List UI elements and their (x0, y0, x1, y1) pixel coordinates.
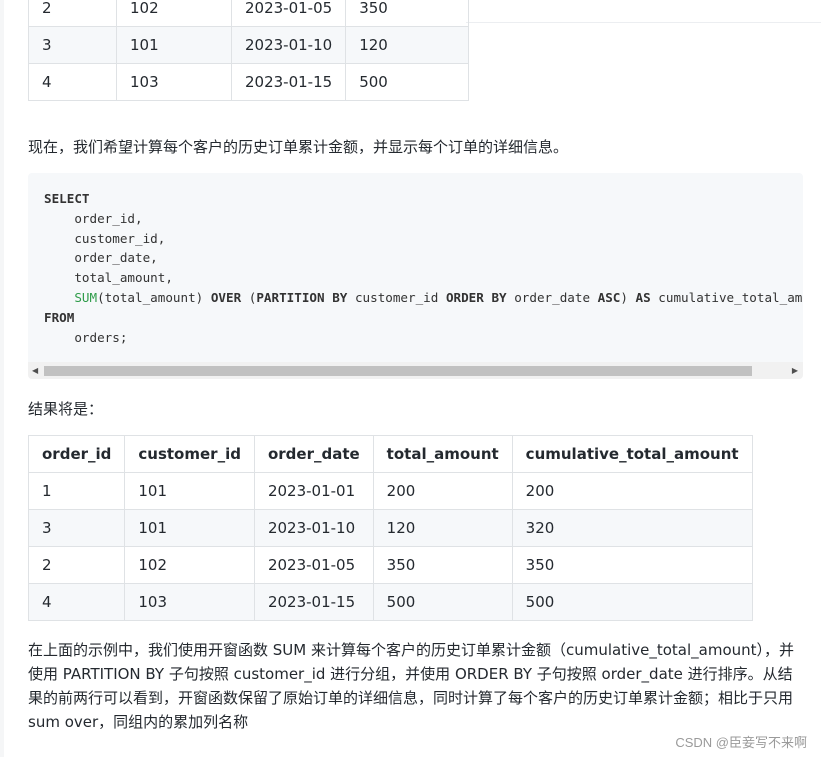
divider (466, 22, 821, 23)
table-cell: 101 (124, 509, 255, 547)
table-cell: 120 (345, 26, 470, 64)
table-cell: 2 (27, 546, 126, 584)
code-text: ( (241, 289, 257, 305)
code-line: order_id, (44, 210, 143, 226)
article-content: 2 102 2023-01-05 350 3 101 2023-01-10 12… (4, 0, 821, 757)
code-line: customer_id, (44, 230, 166, 246)
column-header: cumulative_total_amount (511, 435, 753, 473)
horizontal-scrollbar[interactable]: ◀ ▶ (28, 362, 803, 379)
column-header: order_id (27, 435, 126, 473)
table-cell: 500 (511, 583, 753, 621)
code-text: cumulative_total_amount (658, 289, 803, 305)
code-text: (total_amount) (97, 289, 211, 305)
table-row: 1 101 2023-01-01 200 200 (27, 472, 753, 510)
table-cell: 101 (124, 472, 255, 510)
table-cell: 102 (116, 0, 232, 27)
scrollbar-thumb[interactable] (44, 366, 752, 376)
table-cell: 2023-01-15 (230, 63, 347, 101)
table-cell: 101 (116, 26, 232, 64)
table-row: 2 102 2023-01-05 350 (28, 0, 470, 27)
table-cell: 3 (28, 26, 117, 64)
table-cell: 2023-01-10 (230, 26, 347, 64)
column-header: order_date (253, 435, 374, 473)
intro-paragraph: 现在，我们希望计算每个客户的历史订单累计金额，并显示每个订单的详细信息。 (28, 138, 569, 156)
code-line: orders; (44, 329, 128, 345)
explanation-paragraph: 在上面的示例中，我们使用开窗函数 SUM 来计算每个客户的历史订单累计金额（cu… (28, 641, 795, 731)
table-header-row: order_id customer_id order_date total_am… (27, 435, 753, 473)
table-cell: 103 (116, 63, 232, 101)
table-cell: 350 (511, 546, 753, 584)
table-cell: 2023-01-05 (230, 0, 347, 27)
code-line: total_amount, (44, 270, 173, 286)
table-cell: 200 (511, 472, 753, 510)
code-text: ) (620, 289, 636, 305)
table-cell: 320 (511, 509, 753, 547)
table-cell: 350 (372, 546, 513, 584)
table-cell: 200 (372, 472, 513, 510)
code-keyword: ORDER (445, 289, 484, 305)
result-label: 结果将是： (28, 400, 104, 418)
table-row: 2 102 2023-01-05 350 350 (27, 546, 753, 584)
code-block[interactable]: SELECT order_id, customer_id, order_date… (28, 173, 803, 379)
column-header: customer_id (124, 435, 255, 473)
table-cell: 3 (27, 509, 126, 547)
orders-table: 2 102 2023-01-05 350 3 101 2023-01-10 12… (28, 0, 470, 101)
table-cell: 103 (124, 583, 255, 621)
table-cell: 500 (372, 583, 513, 621)
table-cell: 2023-01-15 (253, 583, 374, 621)
table-cell: 2023-01-01 (253, 472, 374, 510)
code-keyword: ASC (597, 289, 621, 305)
code-keyword: SELECT (44, 191, 90, 206)
table-cell: 102 (124, 546, 255, 584)
table-cell: 4 (27, 583, 126, 621)
column-header: total_amount (372, 435, 513, 473)
table-cell: 2023-01-05 (253, 546, 374, 584)
table-cell: 350 (345, 0, 470, 27)
table-row: 4 103 2023-01-15 500 (28, 63, 470, 101)
table-row: 4 103 2023-01-15 500 500 (27, 583, 753, 621)
table-cell: 1 (27, 472, 126, 510)
result-table: order_id customer_id order_date total_am… (27, 435, 753, 621)
scroll-left-arrow-icon[interactable]: ◀ (32, 364, 38, 377)
code-line: order_date, (44, 250, 158, 266)
sql-code: SELECT order_id, customer_id, order_date… (44, 189, 803, 347)
table-cell: 500 (345, 63, 470, 101)
table-row: 3 101 2023-01-10 120 320 (27, 509, 753, 547)
code-keyword: BY (332, 289, 348, 305)
code-keyword: BY (491, 289, 507, 305)
table-cell: 2 (28, 0, 117, 27)
code-function: SUM (74, 289, 98, 305)
table-cell: 2023-01-10 (253, 509, 374, 547)
scroll-right-arrow-icon[interactable]: ▶ (792, 364, 798, 377)
table-cell: 4 (28, 63, 117, 101)
code-keyword: OVER (210, 289, 242, 305)
code-keyword: PARTITION (256, 289, 325, 305)
code-text: order_date (506, 289, 598, 305)
table-cell: 120 (372, 509, 513, 547)
code-keyword: AS (635, 289, 651, 305)
csdn-watermark: CSDN @臣妾写不来啊 (675, 735, 807, 750)
code-text: customer_id (347, 289, 446, 305)
table-row: 3 101 2023-01-10 120 (28, 26, 470, 64)
code-keyword: FROM (44, 309, 75, 325)
